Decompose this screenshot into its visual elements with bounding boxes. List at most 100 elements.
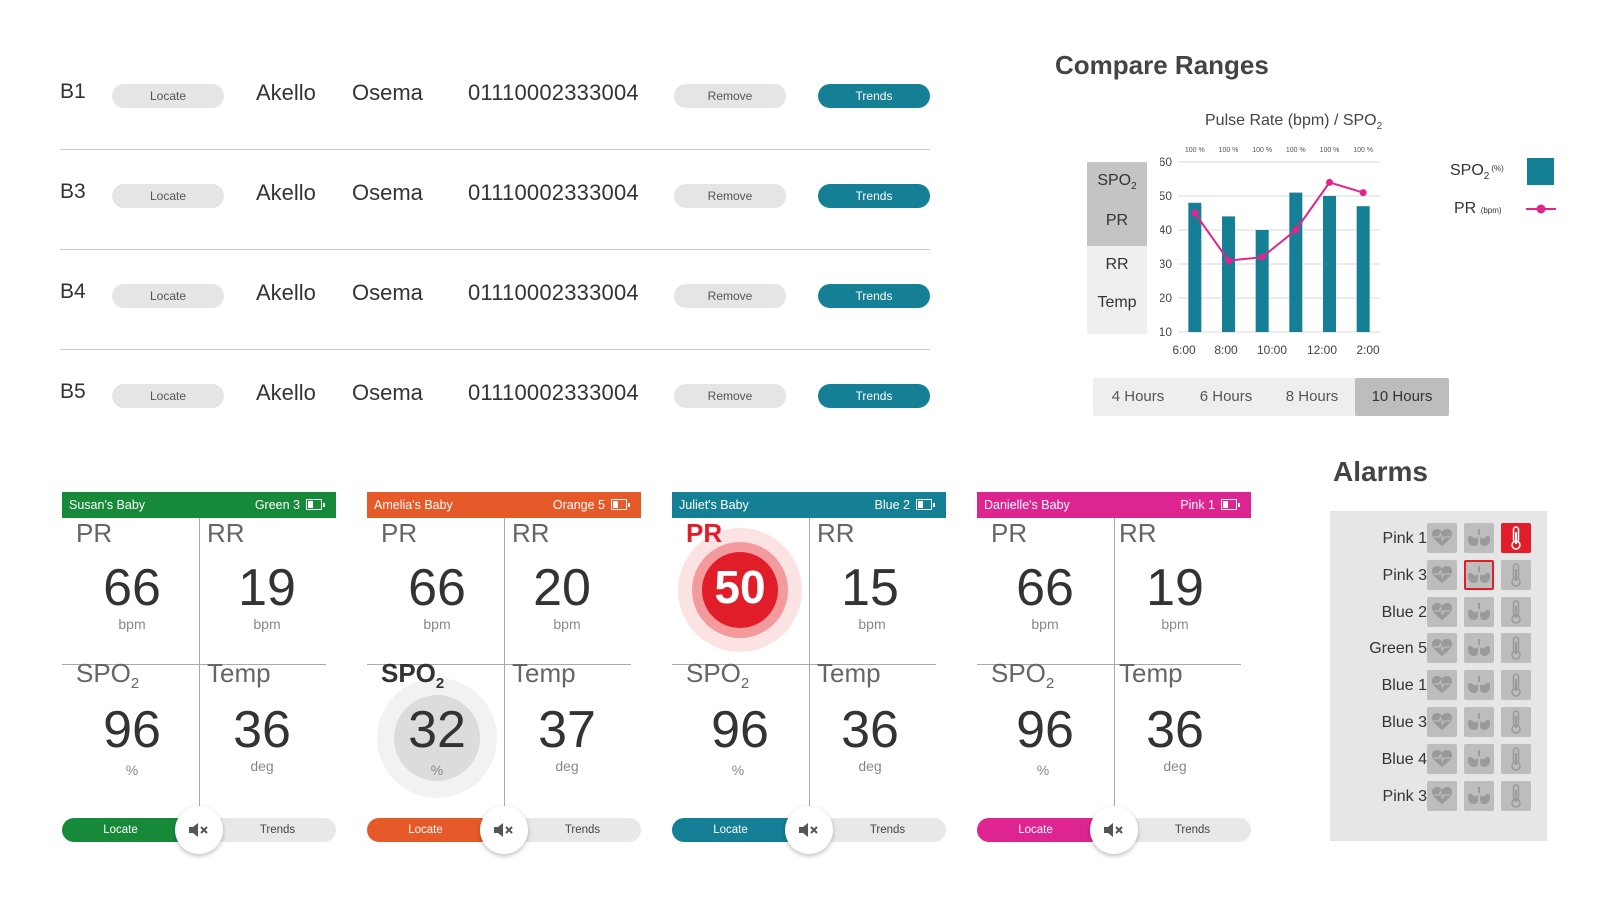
thermometer-alarm-icon[interactable] xyxy=(1501,633,1531,664)
patient-last-name: Osema xyxy=(352,180,423,205)
rr-value: 15 xyxy=(841,559,899,617)
alarm-device-label: Pink 3 xyxy=(1382,566,1427,584)
patient-id: 01110002333004 xyxy=(468,280,639,305)
card-footer: Locate Trends xyxy=(977,806,1251,854)
remove-button[interactable]: Remove xyxy=(674,184,786,208)
pr-point xyxy=(1191,209,1199,217)
patient-last-name: Osema xyxy=(352,280,423,305)
range-option-4-hours[interactable]: 4 Hours xyxy=(1093,378,1183,416)
range-option-10-hours[interactable]: 10 Hours xyxy=(1355,378,1449,416)
locate-button[interactable]: Locate xyxy=(112,84,224,108)
temp-value: 36 xyxy=(841,701,899,759)
remove-button[interactable]: Remove xyxy=(674,384,786,408)
respiration-alarm-icon[interactable] xyxy=(1464,743,1494,774)
respiration-alarm-icon[interactable] xyxy=(1464,559,1494,590)
vital-option-rr[interactable]: RR xyxy=(1087,256,1147,274)
respiration-alarm-icon[interactable] xyxy=(1464,707,1494,737)
heart-rate-alarm-icon[interactable] xyxy=(1427,596,1457,627)
baby-monitor-card: Danielle's Baby Pink 1 PR 66 bpm RR 19 b… xyxy=(977,492,1251,854)
patient-first-name: Akello xyxy=(256,380,316,405)
mute-icon xyxy=(799,823,818,837)
mute-button[interactable] xyxy=(1090,806,1138,854)
pr-line xyxy=(1194,181,1364,262)
respiration-alarm-icon[interactable] xyxy=(1464,670,1494,701)
bar-top-label: 100 % xyxy=(1286,147,1306,154)
locate-button[interactable]: Locate xyxy=(112,184,224,208)
respiration-alarm-icon[interactable] xyxy=(1464,523,1494,553)
mute-button[interactable] xyxy=(175,806,223,854)
patient-id: 01110002333004 xyxy=(468,80,639,105)
mute-button[interactable] xyxy=(785,806,833,854)
vital-option-temp[interactable]: Temp xyxy=(1087,294,1147,312)
x-tick-label: 8:00 xyxy=(1214,343,1238,357)
heart-rate-alarm-icon[interactable] xyxy=(1427,633,1457,664)
rr-unit: bpm xyxy=(553,616,581,632)
locate-button[interactable]: Locate xyxy=(112,384,224,408)
battery-icon xyxy=(611,499,630,510)
rr-label: RR xyxy=(207,518,245,548)
alarm-device-label: Blue 4 xyxy=(1381,750,1427,768)
remove-button[interactable]: Remove xyxy=(674,284,786,308)
temp-label: Temp xyxy=(817,658,881,688)
thermometer-alarm-icon[interactable] xyxy=(1501,596,1531,627)
legend-pr-line xyxy=(1526,204,1556,214)
trends-button[interactable]: Trends xyxy=(818,184,930,208)
spo2-unit: % xyxy=(731,762,745,778)
patient-row: B3 Locate Akello Osema 01110002333004 Re… xyxy=(60,150,930,250)
thermometer-alarm-icon[interactable] xyxy=(1501,523,1531,553)
compare-ranges-title: Compare Ranges xyxy=(1055,50,1269,80)
thermometer-alarm-icon[interactable] xyxy=(1501,707,1531,737)
heart-rate-alarm-icon[interactable] xyxy=(1427,743,1457,774)
respiration-alarm-icon[interactable] xyxy=(1464,596,1494,627)
thermometer-alarm-icon[interactable] xyxy=(1501,559,1531,590)
pr-value: 66 xyxy=(1016,559,1074,617)
heart-rate-alarm-icon[interactable] xyxy=(1427,670,1457,701)
thermometer-alarm-icon[interactable] xyxy=(1501,670,1531,701)
x-tick-label: 12:00 xyxy=(1307,343,1337,357)
trends-button[interactable]: Trends xyxy=(818,384,930,408)
mute-button[interactable] xyxy=(480,806,528,854)
heart-rate-alarm-icon[interactable] xyxy=(1427,780,1457,811)
vital-option-pr[interactable]: PR xyxy=(1087,212,1147,230)
range-option-6-hours[interactable]: 6 Hours xyxy=(1183,378,1269,416)
trends-button[interactable]: Trends xyxy=(818,84,930,108)
alarm-device-label: Pink 1 xyxy=(1382,530,1427,547)
temp-label: Temp xyxy=(207,658,271,688)
heart-rate-alarm-icon[interactable] xyxy=(1427,523,1457,553)
respiration-alarm-icon[interactable] xyxy=(1464,633,1494,664)
x-tick-label: 2:00 xyxy=(1356,343,1380,357)
alarm-row: Blue 1 xyxy=(1330,668,1547,702)
remove-button[interactable]: Remove xyxy=(674,84,786,108)
alarm-row: Blue 4 xyxy=(1330,742,1547,776)
time-range-selector: 4 Hours 6 Hours 8 Hours 10 Hours xyxy=(1093,378,1449,416)
thermometer-alarm-icon[interactable] xyxy=(1501,743,1531,774)
alarm-device-label: Blue 2 xyxy=(1381,603,1427,621)
baby-name: Danielle's Baby xyxy=(984,498,1070,512)
range-option-8-hours[interactable]: 8 Hours xyxy=(1269,378,1355,416)
divider xyxy=(199,518,200,808)
spo2-bar xyxy=(1188,202,1202,332)
heart-rate-alarm-icon[interactable] xyxy=(1427,559,1457,590)
spo2-value: 32 xyxy=(408,701,466,759)
alarm-device-label: Blue 1 xyxy=(1381,677,1427,695)
pr-unit: bpm xyxy=(1031,616,1059,632)
locate-button[interactable]: Locate xyxy=(112,284,224,308)
pr-label: PR xyxy=(686,518,723,548)
vital-option-spo2[interactable]: SPO2 xyxy=(1087,172,1147,192)
patient-id: 01110002333004 xyxy=(468,380,639,405)
baby-monitor-card: Juliet's Baby Blue 2 PR 50 RR 15 bpm SPO… xyxy=(672,492,946,854)
device-tag: Blue 2 xyxy=(874,498,910,512)
bar-top-label: 100 % xyxy=(1353,147,1373,154)
pr-value: 50 xyxy=(714,561,766,613)
bar-top-label: 100 % xyxy=(1320,147,1340,154)
pr-label: PR xyxy=(76,518,113,548)
patient-id: 01110002333004 xyxy=(468,180,639,205)
respiration-alarm-icon[interactable] xyxy=(1464,780,1494,811)
patient-row: B5 Locate Akello Osema 01110002333004 Re… xyxy=(60,350,930,449)
thermometer-alarm-icon[interactable] xyxy=(1501,780,1531,811)
heart-rate-alarm-icon[interactable] xyxy=(1427,707,1457,737)
y-tick-label: 20 xyxy=(1160,291,1172,305)
mute-icon xyxy=(494,823,513,837)
trends-button[interactable]: Trends xyxy=(818,284,930,308)
mute-icon xyxy=(189,823,208,837)
